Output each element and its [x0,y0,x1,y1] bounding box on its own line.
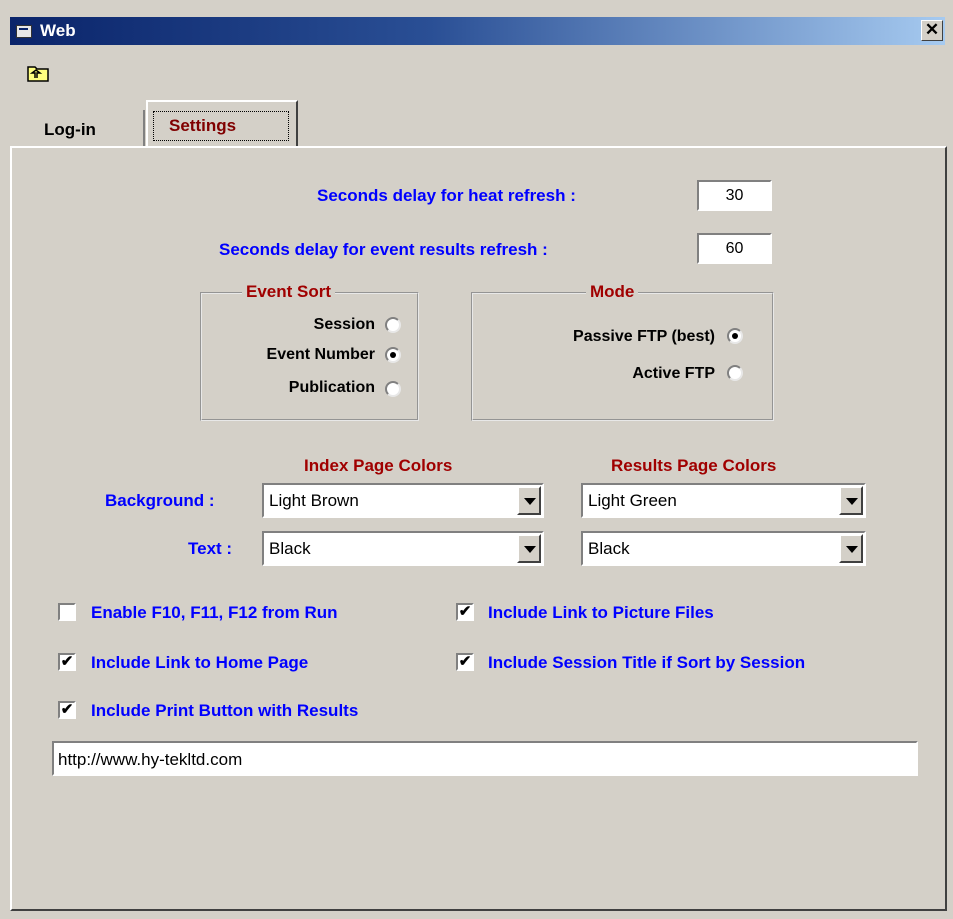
event-refresh-input[interactable]: 60 [697,233,772,264]
sort-event-number-label: Event Number [266,346,375,363]
home-page-checkbox[interactable]: ✔ [58,653,76,671]
text-label: Text : [188,539,233,558]
sort-publication-radio[interactable] [385,381,401,397]
tab-settings-label: Settings [169,116,237,135]
print-button-label: Include Print Button with Results [91,701,359,720]
heat-refresh-input[interactable]: 30 [697,180,772,211]
home-url-input[interactable]: http://www.hy-tekltd.com [52,741,918,776]
index-colors-heading: Index Page Colors [304,456,453,475]
results-background-value: Light Green [588,491,677,510]
enable-function-keys-checkbox[interactable] [58,603,76,621]
results-text-select[interactable]: Black [581,531,866,566]
index-background-value: Light Brown [269,491,359,510]
index-text-value: Black [269,539,311,558]
close-button[interactable]: ✕ [921,20,943,41]
mode-title: Mode [586,282,639,302]
event-sort-title: Event Sort [242,282,336,302]
folder-up-icon[interactable] [27,64,49,82]
mode-active-label: Active FTP [632,365,715,382]
index-text-select[interactable]: Black [262,531,544,566]
mode-group: Mode [471,282,774,421]
mode-passive-label: Passive FTP (best) [573,328,715,345]
sort-session-radio[interactable] [385,317,401,333]
tab-settings[interactable]: Settings [146,100,298,146]
background-label: Background : [105,491,215,510]
tab-log-in[interactable]: Log-in [29,110,143,146]
results-colors-heading: Results Page Colors [611,456,777,475]
chevron-down-icon[interactable] [839,534,863,563]
settings-panel [10,146,947,911]
window-icon [16,25,32,38]
results-background-select[interactable]: Light Green [581,483,866,518]
chevron-down-icon[interactable] [517,534,541,563]
sort-event-number-radio[interactable] [385,347,401,363]
index-background-select[interactable]: Light Brown [262,483,544,518]
tab-log-in-label: Log-in [44,120,96,139]
title-bar[interactable]: Web ✕ [10,17,945,45]
enable-function-keys-label: Enable F10, F11, F12 from Run [91,603,338,622]
chevron-down-icon[interactable] [517,486,541,515]
tab-divider [143,110,145,146]
mode-passive-radio[interactable] [727,328,743,344]
sort-session-label: Session [313,316,375,333]
event-refresh-label: Seconds delay for event results refresh … [219,240,548,259]
session-title-checkbox[interactable]: ✔ [456,653,474,671]
mode-active-radio[interactable] [727,365,743,381]
web-window: Web ✕ Log-in Settings Seconds delay for … [0,0,953,919]
results-text-value: Black [588,539,630,558]
heat-refresh-label: Seconds delay for heat refresh : [317,186,576,205]
home-page-label: Include Link to Home Page [91,653,309,672]
picture-files-label: Include Link to Picture Files [488,603,714,622]
window-title: Web [40,21,76,40]
sort-publication-label: Publication [288,379,375,396]
session-title-label: Include Session Title if Sort by Session [488,653,806,672]
chevron-down-icon[interactable] [839,486,863,515]
picture-files-checkbox[interactable]: ✔ [456,603,474,621]
print-button-checkbox[interactable]: ✔ [58,701,76,719]
